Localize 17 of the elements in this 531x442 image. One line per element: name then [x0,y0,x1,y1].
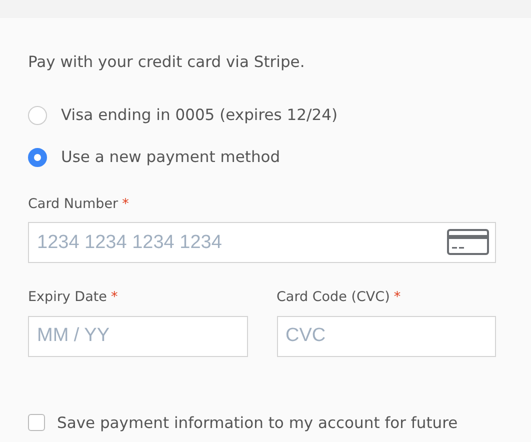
credit-card-icon [447,229,489,256]
radio-button[interactable] [28,106,47,124]
required-mark: * [394,288,401,308]
radio-label[interactable]: Visa ending in 0005 (expires 12/24) [61,105,338,125]
required-mark: * [122,195,129,214]
input-field[interactable]: 1234 1234 1234 1234 [28,222,496,264]
field-label: Card Code (CVC) [276,288,390,306]
input-field[interactable]: MM / YY [28,316,248,356]
field-label: Card Number [28,195,118,213]
radio-button[interactable] [28,148,47,166]
checkbox[interactable] [28,414,45,431]
required-mark: * [110,288,118,308]
checkbox-label[interactable]: Save payment information to my account for future [57,412,458,432]
radio-label[interactable]: Use a new payment method [61,147,280,167]
input-field[interactable]: CVC [276,316,496,356]
intro-text: Pay with your credit card via Stripe. [28,52,306,72]
field-label: Expiry Date [28,288,107,306]
